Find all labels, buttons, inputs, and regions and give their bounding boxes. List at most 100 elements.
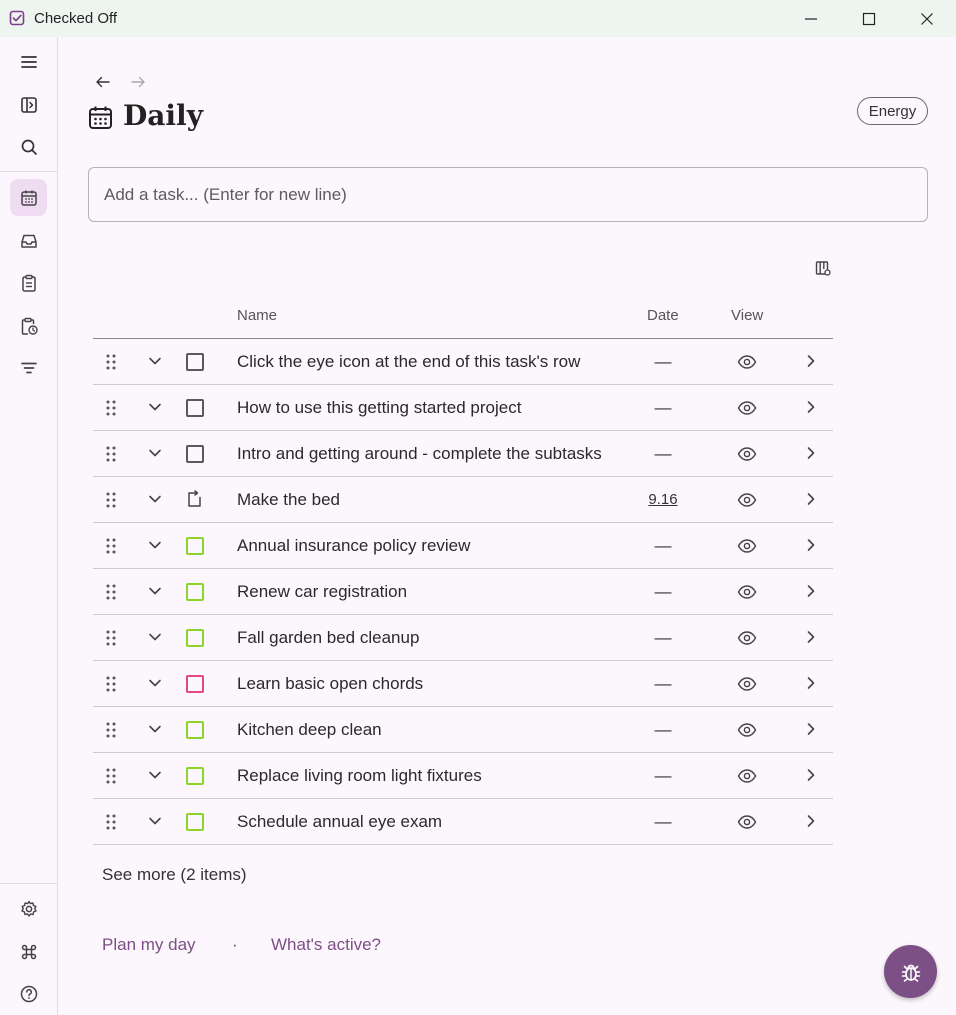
task-date[interactable]: —	[633, 582, 693, 602]
chevron-down-icon[interactable]	[147, 767, 163, 783]
drag-handle-icon[interactable]	[103, 767, 119, 785]
eye-icon[interactable]	[737, 399, 757, 417]
eye-icon[interactable]	[737, 767, 757, 785]
eye-icon[interactable]	[737, 491, 757, 509]
drag-handle-icon[interactable]	[103, 353, 119, 371]
task-date[interactable]: —	[633, 674, 693, 694]
chevron-right-icon[interactable]	[803, 537, 819, 553]
eye-icon[interactable]	[737, 445, 757, 463]
chevron-right-icon[interactable]	[803, 445, 819, 461]
task-name[interactable]: Make the bed	[237, 490, 615, 510]
help-button[interactable]	[10, 975, 47, 1012]
task-name[interactable]: Schedule annual eye exam	[237, 812, 615, 832]
task-date[interactable]: —	[633, 812, 693, 832]
close-button[interactable]	[898, 0, 956, 37]
chevron-down-icon[interactable]	[147, 721, 163, 737]
sidebar-item-projects[interactable]	[10, 264, 47, 301]
table-row[interactable]: Click the eye icon at the end of this ta…	[93, 339, 833, 385]
repeat-task-icon[interactable]	[185, 489, 205, 509]
drag-handle-icon[interactable]	[103, 399, 119, 417]
task-date[interactable]: —	[633, 720, 693, 740]
task-checkbox[interactable]	[186, 445, 204, 463]
settings-button[interactable]	[10, 890, 47, 927]
task-name[interactable]: Kitchen deep clean	[237, 720, 615, 740]
chevron-down-icon[interactable]	[147, 399, 163, 415]
eye-icon[interactable]	[737, 353, 757, 371]
drag-handle-icon[interactable]	[103, 813, 119, 831]
search-button[interactable]	[10, 128, 47, 165]
chevron-down-icon[interactable]	[147, 813, 163, 829]
drag-handle-icon[interactable]	[103, 629, 119, 647]
eye-icon[interactable]	[737, 675, 757, 693]
task-checkbox[interactable]	[186, 813, 204, 831]
sidebar-item-filters[interactable]	[10, 349, 47, 386]
chevron-right-icon[interactable]	[803, 583, 819, 599]
task-date[interactable]: —	[633, 398, 693, 418]
drag-handle-icon[interactable]	[103, 537, 119, 555]
task-name[interactable]: How to use this getting started project	[237, 398, 615, 418]
column-header-name[interactable]: Name	[237, 307, 277, 324]
task-checkbox[interactable]	[186, 583, 204, 601]
task-name[interactable]: Fall garden bed cleanup	[237, 628, 615, 648]
keyboard-shortcuts-button[interactable]	[10, 933, 47, 970]
chevron-down-icon[interactable]	[147, 445, 163, 461]
sidebar-item-daily[interactable]	[10, 179, 47, 216]
menu-button[interactable]	[10, 43, 47, 80]
toggle-panel-button[interactable]	[10, 86, 47, 123]
table-row[interactable]: Schedule annual eye exam —	[93, 799, 833, 845]
chevron-right-icon[interactable]	[803, 767, 819, 783]
chevron-down-icon[interactable]	[147, 583, 163, 599]
drag-handle-icon[interactable]	[103, 675, 119, 693]
chevron-down-icon[interactable]	[147, 537, 163, 553]
plan-my-day-link[interactable]: Plan my day	[102, 935, 196, 955]
table-row[interactable]: Fall garden bed cleanup —	[93, 615, 833, 661]
chevron-down-icon[interactable]	[147, 629, 163, 645]
chevron-down-icon[interactable]	[147, 353, 163, 369]
task-checkbox[interactable]	[186, 629, 204, 647]
table-row[interactable]: How to use this getting started project —	[93, 385, 833, 431]
table-row[interactable]: Renew car registration —	[93, 569, 833, 615]
task-checkbox[interactable]	[186, 721, 204, 739]
chevron-right-icon[interactable]	[803, 629, 819, 645]
energy-button[interactable]: Energy	[857, 97, 928, 125]
task-date[interactable]: —	[633, 628, 693, 648]
task-checkbox[interactable]	[186, 537, 204, 555]
drag-handle-icon[interactable]	[103, 721, 119, 739]
see-more-link[interactable]: See more (2 items)	[102, 865, 247, 885]
eye-icon[interactable]	[737, 721, 757, 739]
task-date[interactable]: 9.16	[633, 491, 693, 508]
minimize-button[interactable]	[782, 0, 840, 37]
column-header-date[interactable]: Date	[647, 307, 679, 324]
table-row[interactable]: Learn basic open chords —	[93, 661, 833, 707]
task-name[interactable]: Learn basic open chords	[237, 674, 615, 694]
drag-handle-icon[interactable]	[103, 583, 119, 601]
table-row[interactable]: Intro and getting around - complete the …	[93, 431, 833, 477]
task-date[interactable]: —	[633, 536, 693, 556]
whats-active-link[interactable]: What's active?	[271, 935, 381, 955]
table-row[interactable]: Annual insurance policy review —	[93, 523, 833, 569]
forward-arrow-icon[interactable]	[129, 73, 147, 91]
task-date[interactable]: —	[633, 444, 693, 464]
drag-handle-icon[interactable]	[103, 445, 119, 463]
back-arrow-icon[interactable]	[94, 73, 112, 91]
chevron-right-icon[interactable]	[803, 353, 819, 369]
task-date[interactable]: —	[633, 352, 693, 372]
task-checkbox[interactable]	[186, 399, 204, 417]
eye-icon[interactable]	[737, 813, 757, 831]
task-checkbox[interactable]	[186, 353, 204, 371]
sidebar-item-inbox[interactable]	[10, 222, 47, 259]
add-task-input[interactable]	[88, 167, 928, 222]
column-settings-icon[interactable]	[814, 259, 832, 277]
chevron-down-icon[interactable]	[147, 491, 163, 507]
chevron-down-icon[interactable]	[147, 675, 163, 691]
chevron-right-icon[interactable]	[803, 721, 819, 737]
chevron-right-icon[interactable]	[803, 491, 819, 507]
chevron-right-icon[interactable]	[803, 675, 819, 691]
eye-icon[interactable]	[737, 583, 757, 601]
table-row[interactable]: Make the bed 9.16	[93, 477, 833, 523]
task-name[interactable]: Click the eye icon at the end of this ta…	[237, 352, 615, 372]
task-name[interactable]: Annual insurance policy review	[237, 536, 615, 556]
task-name[interactable]: Intro and getting around - complete the …	[237, 444, 615, 464]
task-date[interactable]: —	[633, 766, 693, 786]
table-row[interactable]: Kitchen deep clean —	[93, 707, 833, 753]
